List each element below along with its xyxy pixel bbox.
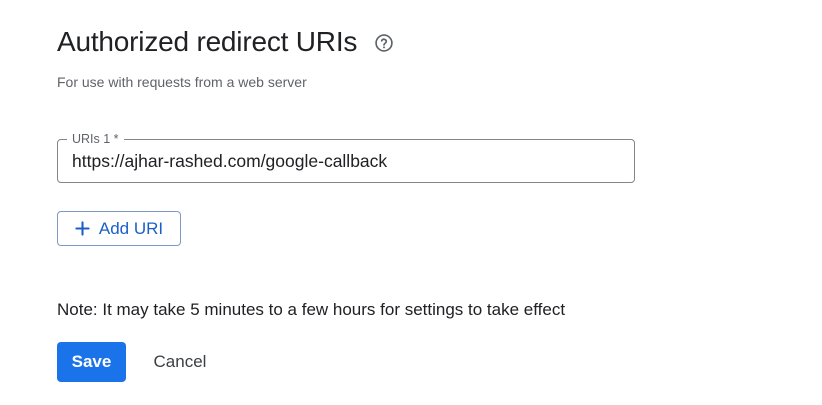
uri-input[interactable] <box>72 140 622 182</box>
save-button[interactable]: Save <box>57 342 126 382</box>
add-uri-button[interactable]: Add URI <box>57 211 181 246</box>
uri-field[interactable]: URIs 1 * <box>57 131 635 183</box>
section-title: Authorized redirect URIs <box>57 26 358 57</box>
section-header: Authorized redirect URIs <box>57 22 395 62</box>
settings-note: Note: It may take 5 minutes to a few hou… <box>57 300 566 319</box>
plus-icon <box>75 221 91 237</box>
redirect-uris-section: Authorized redirect URIs For use with re… <box>0 0 822 405</box>
help-circle-icon[interactable] <box>373 32 395 54</box>
add-uri-label: Add URI <box>98 218 164 238</box>
section-subtitle: For use with requests from a web server <box>57 74 307 90</box>
cancel-button[interactable]: Cancel <box>141 342 219 382</box>
